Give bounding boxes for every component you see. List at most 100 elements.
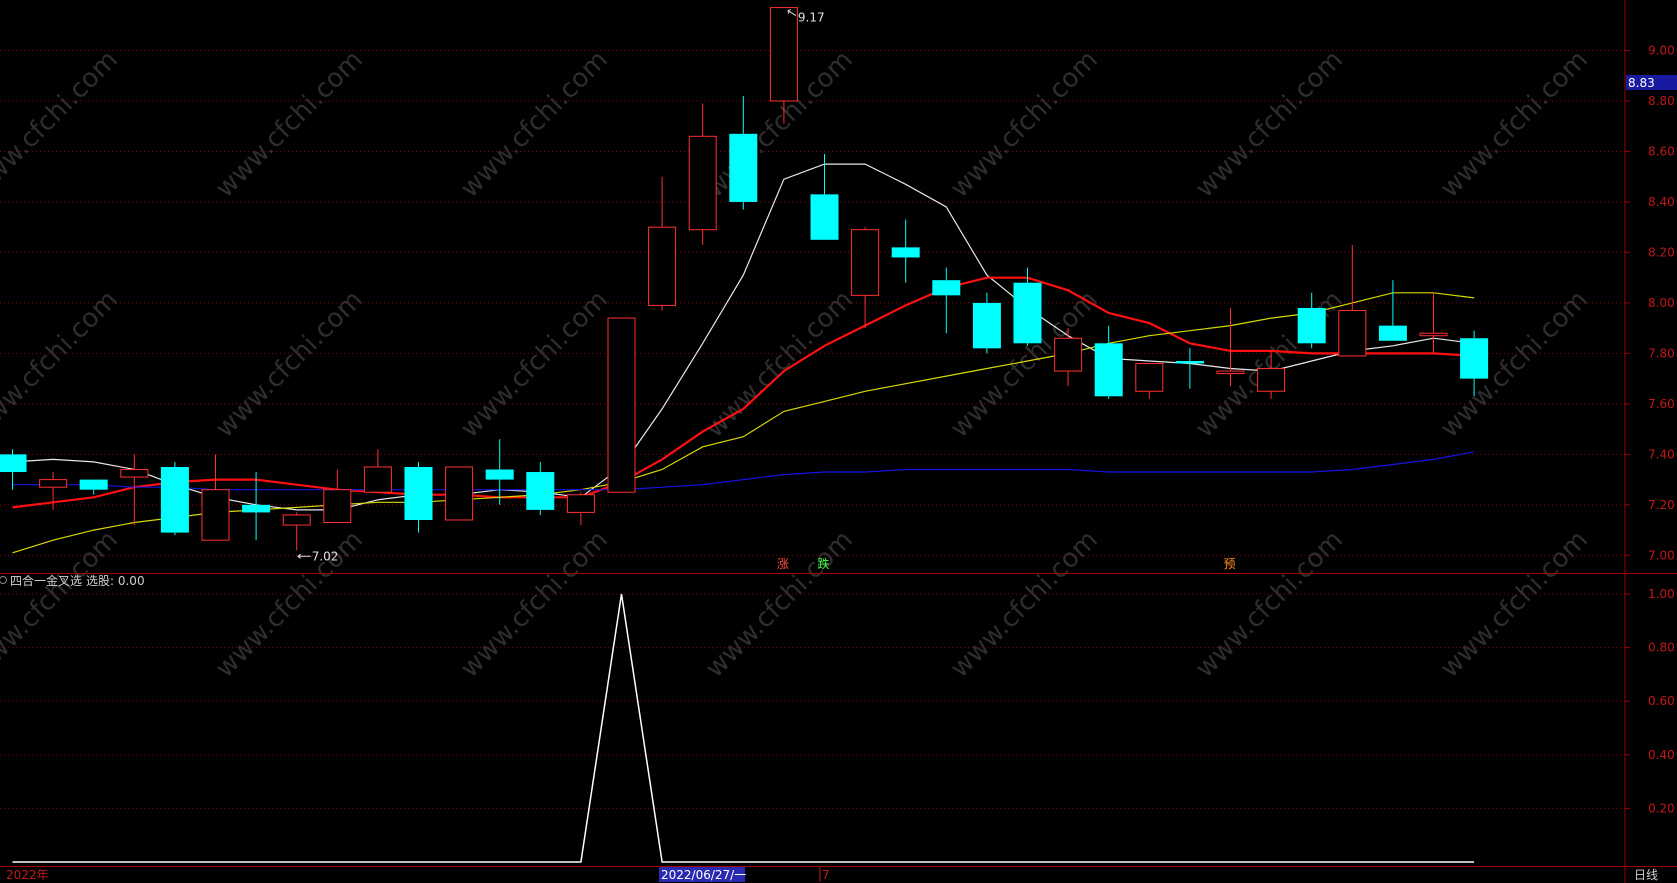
watermark-text: www.cfchi.com	[210, 525, 369, 684]
price-tick-label: 7.60	[1648, 397, 1675, 411]
watermark-text: www.cfchi.com	[455, 45, 614, 204]
candle-body	[1175, 360, 1204, 364]
candle[interactable]	[932, 267, 961, 334]
indicator-header: 四合一金叉选 选股: 0.00	[0, 573, 145, 588]
signal-marker: 涨	[777, 556, 789, 571]
price-tick-label: 8.60	[1648, 144, 1675, 158]
candle[interactable]	[566, 492, 595, 526]
candle-body	[891, 247, 920, 258]
candle[interactable]	[851, 227, 880, 329]
watermark-text: www.cfchi.com	[210, 45, 369, 204]
candle[interactable]	[404, 461, 433, 533]
stock-chart[interactable]: www.cfchi.com www.cfchi.com www.cfchi.com w…	[0, 0, 1677, 883]
date-label: 2022/06/27/一	[661, 868, 746, 882]
period-label[interactable]: 日线	[1634, 868, 1658, 882]
candle[interactable]	[810, 153, 839, 240]
candle[interactable]	[1013, 267, 1042, 346]
signal-marker: 跌	[818, 556, 830, 571]
price-tick-label: 7.00	[1648, 548, 1675, 562]
candle[interactable]	[688, 103, 717, 245]
watermark-text: www.cfchi.com	[0, 285, 124, 444]
signal-marker: 预	[1224, 557, 1236, 571]
indicator-tick-label: 0.80	[1648, 641, 1675, 655]
indicator-title: 四合一金叉选	[10, 573, 82, 588]
candle[interactable]	[1094, 325, 1123, 399]
watermark-text: www.cfchi.com	[455, 285, 614, 444]
candle[interactable]	[729, 95, 758, 210]
candle-body	[1054, 337, 1083, 372]
candle-body	[404, 466, 433, 520]
candle-body	[242, 504, 271, 513]
watermark-text: www.cfchi.com	[1435, 45, 1594, 204]
indicator-tick-label: 0.40	[1648, 748, 1675, 762]
price-tick-label: 8.20	[1648, 245, 1675, 259]
indicator-axis: 1.00 0.80 0.60 0.40 0.20	[1625, 587, 1675, 815]
watermark-layer: www.cfchi.com www.cfchi.com www.cfchi.com w…	[0, 45, 1594, 684]
candle[interactable]	[445, 466, 474, 521]
candle-body	[607, 317, 636, 493]
candle-body	[729, 133, 758, 202]
indicator-tick-label: 0.60	[1648, 694, 1675, 708]
candle-body	[526, 472, 555, 510]
moving-average-line	[12, 451, 1475, 491]
candle-body	[1216, 370, 1245, 375]
candle[interactable]	[79, 479, 108, 495]
indicator-tick-label: 0.20	[1648, 801, 1675, 815]
candle[interactable]	[607, 317, 636, 493]
current-price-label: 8.83	[1628, 76, 1655, 90]
main-price-axis: 9.00 8.80 8.60 8.40 8.20 8.00 7.80 7.60 7.40 7.20…	[1625, 43, 1675, 562]
candlestick-series[interactable]	[0, 7, 1489, 551]
candle[interactable]	[1419, 292, 1448, 354]
candle-body	[566, 494, 595, 513]
candle[interactable]	[1135, 362, 1164, 399]
candle[interactable]	[526, 461, 555, 515]
candle-body	[79, 479, 108, 490]
candle-body	[120, 469, 149, 478]
candle-body	[282, 514, 311, 526]
watermark-text: www.cfchi.com	[1435, 525, 1594, 684]
candle[interactable]	[160, 461, 189, 536]
candle-body	[810, 194, 839, 240]
candle[interactable]	[1378, 280, 1407, 341]
candle-body	[1297, 307, 1326, 344]
candle-body	[648, 226, 677, 306]
candle-body	[363, 466, 392, 493]
candle[interactable]	[1175, 348, 1204, 389]
price-tick-label: 7.40	[1648, 447, 1675, 461]
watermark-text: www.cfchi.com	[210, 285, 369, 444]
candle-body	[1094, 343, 1123, 397]
candle[interactable]	[648, 176, 677, 311]
candle-body	[0, 454, 27, 473]
candle[interactable]	[201, 454, 230, 541]
candle-body	[1338, 309, 1367, 357]
watermark-text: www.cfchi.com	[455, 525, 614, 684]
candle-body	[1460, 338, 1489, 379]
candle-body	[1135, 362, 1164, 392]
watermark-text: www.cfchi.com	[945, 525, 1104, 684]
low-annotation: 7.02	[297, 549, 338, 563]
indicator-value: 选股: 0.00	[86, 574, 145, 588]
candle-body	[1257, 368, 1286, 392]
candle-body	[688, 135, 717, 231]
high-annotation-label: 9.17	[798, 11, 825, 25]
candle[interactable]	[282, 512, 311, 551]
candle[interactable]	[972, 292, 1001, 354]
candle[interactable]	[485, 439, 514, 505]
candle[interactable]	[891, 219, 920, 283]
candle[interactable]	[323, 469, 352, 524]
bottom-time-axis: 2022年 2022/06/27/一 7 日线	[6, 867, 1658, 882]
candle-body	[1419, 332, 1448, 337]
price-tick-label: 8.40	[1648, 195, 1675, 209]
indicator-tick-label: 1.00	[1648, 587, 1675, 601]
watermark-text: www.cfchi.com	[1190, 525, 1349, 684]
candle-body	[201, 489, 230, 541]
candle[interactable]	[363, 449, 392, 493]
price-tick-label: 8.80	[1648, 94, 1675, 108]
indicator-panel-grid	[0, 593, 1625, 809]
price-tick-label: 7.80	[1648, 346, 1675, 360]
month-label: 7	[822, 868, 830, 882]
candle-body	[1378, 325, 1407, 341]
candle-body	[1013, 282, 1042, 344]
candle[interactable]	[242, 472, 271, 541]
candle[interactable]	[0, 449, 27, 490]
